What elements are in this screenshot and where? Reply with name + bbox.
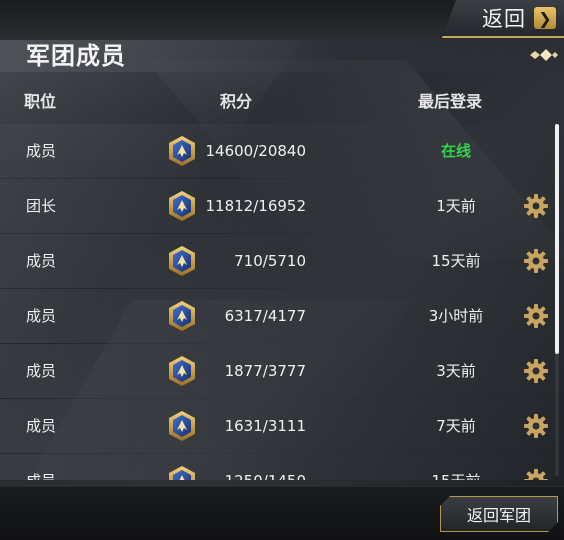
last-login-time: 1天前 xyxy=(436,197,476,215)
member-score: 1877/3777 xyxy=(224,362,306,380)
rank-badge-icon xyxy=(166,300,198,332)
back-button-label: 返回 xyxy=(482,7,526,31)
member-list[interactable]: 成员 14600/20840 在线团长 11812/16952 1天前 成员 xyxy=(0,124,554,480)
chevron-right-icon: ❯ xyxy=(534,7,556,29)
member-row[interactable]: 成员 1250/1450 15天前 xyxy=(0,454,554,480)
rank-badge-icon xyxy=(166,355,198,387)
online-status: 在线 xyxy=(440,142,471,160)
gear-icon[interactable] xyxy=(523,303,549,329)
column-header-score: 积分 xyxy=(220,92,253,111)
scrollbar[interactable] xyxy=(555,124,559,476)
gear-icon[interactable] xyxy=(523,413,549,439)
member-row[interactable]: 成员 1631/3111 7天前 xyxy=(0,399,554,453)
rank-badge-icon xyxy=(166,190,198,222)
member-row[interactable]: 团长 11812/16952 1天前 xyxy=(0,179,554,233)
member-role: 团长 xyxy=(26,197,57,215)
last-login-time: 3小时前 xyxy=(428,307,484,325)
member-row[interactable]: 成员 1877/3777 3天前 xyxy=(0,344,554,398)
top-bar: 返回 ❯ xyxy=(0,0,564,40)
gear-icon[interactable] xyxy=(523,248,549,274)
last-login-time: 15天前 xyxy=(396,454,516,480)
member-role: 成员 xyxy=(26,362,57,380)
member-score: 710/5710 xyxy=(234,252,306,270)
member-role: 成员 xyxy=(26,142,57,160)
back-button[interactable]: 返回 ❯ xyxy=(442,0,564,38)
last-login-time: 3天前 xyxy=(436,362,476,380)
column-header-role: 职位 xyxy=(24,92,57,111)
member-row[interactable]: 成员 14600/20840 在线 xyxy=(0,124,554,178)
rank-badge-icon xyxy=(166,465,198,480)
member-score: 11812/16952 xyxy=(205,197,307,215)
gear-icon[interactable] xyxy=(523,193,549,219)
member-role: 成员 xyxy=(26,307,57,325)
last-login-time: 15天前 xyxy=(431,252,481,270)
return-guild-button[interactable]: 返回军团 xyxy=(440,496,558,532)
column-header-last-login: 最后登录 xyxy=(418,92,483,111)
gear-icon[interactable] xyxy=(523,468,549,480)
gear-icon[interactable] xyxy=(523,358,549,384)
diamond-ornament-icon xyxy=(530,49,558,61)
member-role: 成员 xyxy=(26,454,56,480)
rank-badge-icon xyxy=(166,410,198,442)
member-row[interactable]: 成员 6317/4177 3小时前 xyxy=(0,289,554,343)
rank-badge-icon xyxy=(166,245,198,277)
member-row[interactable]: 成员 710/5710 15天前 xyxy=(0,234,554,288)
member-score: 14600/20840 xyxy=(205,142,307,160)
member-score: 1631/3111 xyxy=(224,417,306,435)
member-role: 成员 xyxy=(26,252,57,270)
rank-badge-icon xyxy=(166,135,198,167)
member-score: 6317/4177 xyxy=(224,307,306,325)
member-score: 1250/1450 xyxy=(200,454,306,480)
scrollbar-thumb[interactable] xyxy=(555,124,559,354)
last-login-time: 7天前 xyxy=(436,417,476,435)
member-role: 成员 xyxy=(26,417,57,435)
page-title: 军团成员 xyxy=(26,42,126,70)
